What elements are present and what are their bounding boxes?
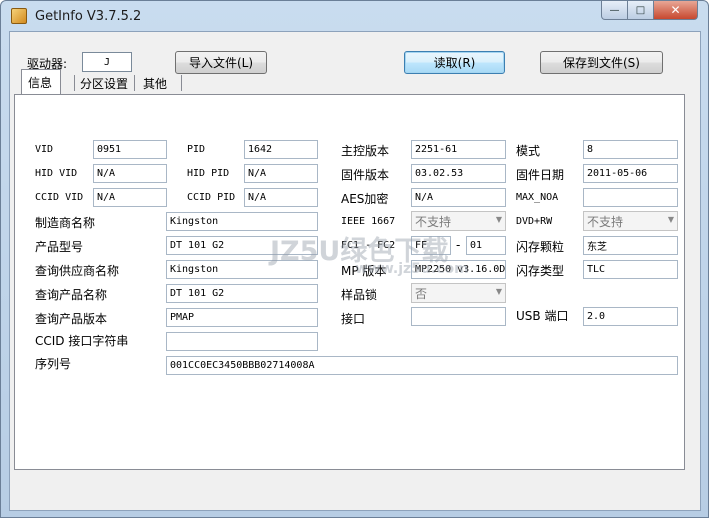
hid-vid-label: HID VID [35, 168, 78, 179]
ieee1667-select-value: 不支持 [415, 214, 452, 229]
max-noa-label: MAX_NOA [516, 192, 559, 203]
ccid-pid-label: CCID PID [187, 192, 236, 203]
info-panel: VID 0951 HID VID N/A CCID VID N/A PID 16… [14, 94, 685, 470]
dvd-rw-label: DVD+RW [516, 216, 553, 227]
usb-port-field[interactable]: 2.0 [583, 307, 678, 326]
ccid-interface-string-label: CCID 接口字符串 [35, 334, 129, 348]
serial-number-field[interactable]: 001CC0EC3450BBB02714008A [166, 356, 678, 375]
main-window: GetInfo V3.7.5.2 — □ ✕ 驱动器: J 导入文件(L) 读取… [0, 0, 709, 518]
mp-version-label: MP 版本 [341, 264, 387, 278]
query-vendor-field[interactable]: Kingston [166, 260, 318, 279]
window-title: GetInfo V3.7.5.2 [35, 9, 142, 24]
close-button[interactable]: ✕ [654, 1, 698, 20]
ccid-pid-field[interactable]: N/A [244, 188, 318, 207]
flash-chip-field[interactable]: 东芝 [583, 236, 678, 255]
firmware-version-field[interactable]: 03.02.53 [411, 164, 506, 183]
product-model-label: 产品型号 [35, 240, 84, 254]
app-icon [11, 8, 27, 24]
title-bar[interactable]: GetInfo V3.7.5.2 — □ ✕ [1, 1, 708, 31]
tab-partition-settings[interactable]: 分区设置 [74, 71, 134, 93]
read-button[interactable]: 读取(R) [404, 51, 505, 74]
fc-dash: - [456, 238, 461, 252]
query-product-label: 查询产品名称 [35, 288, 108, 302]
pid-field[interactable]: 1642 [244, 140, 318, 159]
usb-port-label: USB 端口 [516, 309, 569, 323]
tab-info[interactable]: 信息 [21, 69, 61, 94]
vendor-name-label: 制造商名称 [35, 216, 96, 230]
chevron-down-icon: ▼ [667, 215, 674, 224]
ccid-vid-label: CCID VID [35, 192, 84, 203]
query-revision-label: 查询产品版本 [35, 312, 108, 326]
tab-separator [181, 75, 182, 91]
fc1-fc2-label: FC1 - FC2 [341, 240, 396, 251]
hid-vid-field[interactable]: N/A [93, 164, 167, 183]
tab-other[interactable]: 其他 [137, 71, 173, 93]
dvd-rw-select-value: 不支持 [587, 214, 624, 229]
firmware-version-label: 固件版本 [341, 168, 390, 182]
ieee1667-select[interactable]: 不支持 ▼ [411, 211, 506, 231]
query-vendor-label: 查询供应商名称 [35, 264, 120, 278]
vid-label: VID [35, 144, 54, 155]
sample-lock-label: 样品锁 [341, 288, 378, 302]
chevron-down-icon: ▼ [495, 287, 502, 296]
vid-field[interactable]: 0951 [93, 140, 167, 159]
product-model-field[interactable]: DT 101 G2 [166, 236, 318, 255]
pid-label: PID [187, 144, 206, 155]
aes-encryption-field[interactable]: N/A [411, 188, 506, 207]
fc2-field[interactable]: 01 [466, 236, 506, 255]
maximize-button[interactable]: □ [628, 1, 654, 20]
ieee1667-label: IEEE 1667 [341, 216, 396, 227]
mode-field[interactable]: 8 [583, 140, 678, 159]
tab-separator [134, 75, 135, 91]
vendor-name-field[interactable]: Kingston [166, 212, 318, 231]
firmware-date-label: 固件日期 [516, 168, 565, 182]
chevron-down-icon: ▼ [495, 215, 502, 224]
flash-type-field[interactable]: TLC [583, 260, 678, 279]
controller-version-label: 主控版本 [341, 144, 390, 158]
flash-type-label: 闪存类型 [516, 264, 565, 278]
mode-label: 模式 [516, 144, 541, 158]
firmware-date-field[interactable]: 2011-05-06 [583, 164, 678, 183]
hid-pid-label: HID PID [187, 168, 230, 179]
drive-input[interactable]: J [82, 52, 132, 72]
mp-version-field[interactable]: MP2250 v3.16.0D [411, 260, 506, 279]
interface-label: 接口 [341, 312, 366, 326]
ccid-interface-string-field[interactable] [166, 332, 318, 351]
ccid-vid-field[interactable]: N/A [93, 188, 167, 207]
import-file-button[interactable]: 导入文件(L) [175, 51, 267, 74]
window-controls: — □ ✕ [601, 1, 698, 21]
controller-version-field[interactable]: 2251-61 [411, 140, 506, 159]
save-to-file-button[interactable]: 保存到文件(S) [540, 51, 663, 74]
aes-encryption-label: AES加密 [341, 192, 389, 206]
fc1-field[interactable]: FF [411, 236, 451, 255]
hid-pid-field[interactable]: N/A [244, 164, 318, 183]
query-product-field[interactable]: DT 101 G2 [166, 284, 318, 303]
interface-field[interactable] [411, 307, 506, 326]
sample-lock-select-value: 否 [415, 286, 428, 301]
max-noa-field[interactable] [583, 188, 678, 207]
sample-lock-select[interactable]: 否 ▼ [411, 283, 506, 303]
flash-chip-label: 闪存颗粒 [516, 240, 565, 254]
minimize-button[interactable]: — [601, 1, 628, 20]
serial-number-label: 序列号 [35, 357, 72, 371]
dvd-rw-select[interactable]: 不支持 ▼ [583, 211, 678, 231]
query-revision-field[interactable]: PMAP [166, 308, 318, 327]
